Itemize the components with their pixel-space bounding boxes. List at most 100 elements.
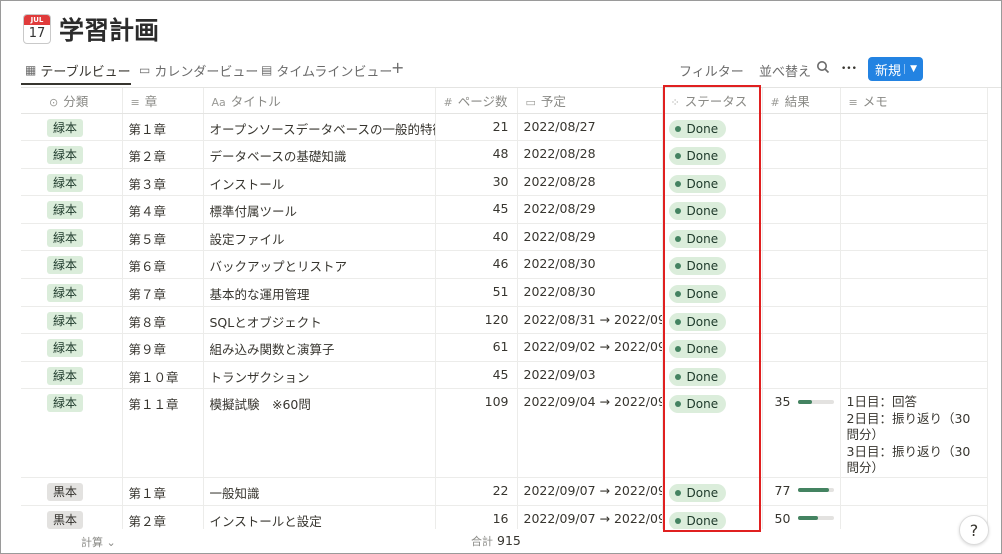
cell-result[interactable]: 77 bbox=[762, 477, 841, 506]
cell-title[interactable]: トランザクション bbox=[203, 361, 436, 390]
cell-schedule[interactable]: 2022/09/04 → 2022/09/06 bbox=[517, 388, 663, 478]
table-row[interactable]: 緑本 第９章 組み込み関数と演算子 61 2022/09/02 → 2022/09/02… bbox=[21, 333, 988, 362]
column-header-title[interactable]: Aa タイトル bbox=[203, 88, 436, 114]
cell-memo[interactable] bbox=[840, 306, 988, 335]
page-title[interactable]: 学習計画 bbox=[59, 11, 159, 47]
table-row[interactable]: 黒本第２章インストールと設定162022/09/07 → 2022/09/08D… bbox=[21, 505, 988, 529]
cell-pages[interactable]: 45 bbox=[435, 361, 518, 390]
cell-pages[interactable]: 46 bbox=[435, 250, 518, 280]
cell-category[interactable]: 緑本 bbox=[21, 223, 123, 252]
cell-category[interactable]: 緑本 bbox=[21, 361, 123, 390]
cell-memo[interactable] bbox=[840, 250, 988, 280]
column-header-schedule[interactable]: ▭ 予定 bbox=[517, 88, 663, 114]
cell-category[interactable]: 緑本 bbox=[21, 278, 123, 307]
column-header-chapter[interactable]: ≡ 章 bbox=[122, 88, 204, 114]
table-row[interactable]: 緑本 第１章 オープンソースデータベースの一般的特徴 21 2022/08/27 Done bbox=[21, 113, 988, 142]
tab-calendar-view[interactable]: ▭ カレンダービュー bbox=[139, 60, 258, 80]
cell-title[interactable]: オープンソースデータベースの一般的特徴 bbox=[203, 113, 436, 142]
cell-memo[interactable] bbox=[840, 333, 988, 362]
pages-sum[interactable]: 合計 915 bbox=[471, 533, 521, 549]
table-row[interactable]: 緑本 第３章 インストール 30 2022/08/28 Done bbox=[21, 168, 988, 197]
cell-title[interactable]: SQLとオブジェクト bbox=[203, 306, 436, 335]
cell-chapter[interactable]: 第３章 bbox=[122, 168, 204, 197]
cell-schedule[interactable]: 2022/08/27 bbox=[517, 113, 663, 142]
column-header-category[interactable]: ⊙ 分類 bbox=[21, 88, 123, 114]
cell-chapter[interactable]: 第２章 bbox=[122, 505, 204, 529]
cell-category[interactable]: 緑本 bbox=[21, 168, 123, 197]
cell-memo[interactable] bbox=[840, 195, 988, 224]
cell-schedule[interactable]: 2022/08/30 bbox=[517, 250, 663, 280]
cell-schedule[interactable]: 2022/09/02 → 2022/09/02 bbox=[517, 333, 663, 362]
filter-button[interactable]: フィルター bbox=[679, 61, 744, 80]
cell-result[interactable] bbox=[762, 333, 841, 362]
cell-pages[interactable]: 21 bbox=[435, 113, 518, 142]
calendar-icon[interactable]: JUL 17 bbox=[23, 14, 51, 44]
cell-pages[interactable]: 109 bbox=[435, 388, 518, 478]
cell-chapter[interactable]: 第５章 bbox=[122, 223, 204, 252]
cell-title[interactable]: インストール bbox=[203, 168, 436, 197]
cell-memo[interactable]: 1日目：回答 2日目：振り返り（30問分） 3日目：振り返り（30問分） bbox=[840, 388, 988, 478]
calculate-dropdown[interactable]: 計算 ⌄ bbox=[81, 534, 116, 550]
sort-button[interactable]: 並べ替え bbox=[759, 61, 811, 80]
cell-pages[interactable]: 22 bbox=[435, 477, 518, 506]
help-button[interactable]: ? bbox=[959, 515, 989, 545]
cell-chapter[interactable]: 第８章 bbox=[122, 306, 204, 335]
cell-category[interactable]: 緑本 bbox=[21, 388, 123, 478]
cell-chapter[interactable]: 第７章 bbox=[122, 278, 204, 307]
cell-chapter[interactable]: 第４章 bbox=[122, 195, 204, 224]
cell-schedule[interactable]: 2022/09/07 → 2022/09/08 bbox=[517, 477, 663, 506]
column-header-result[interactable]: # 結果 bbox=[762, 88, 841, 114]
cell-memo[interactable] bbox=[840, 361, 988, 390]
cell-chapter[interactable]: 第１１章 bbox=[122, 388, 204, 478]
column-header-pages[interactable]: # ページ数 bbox=[435, 88, 518, 114]
table-row[interactable]: 緑本 第８章 SQLとオブジェクト 120 2022/08/31 → 2022/09/0… bbox=[21, 306, 988, 335]
table-row[interactable]: 緑本 第６章 バックアップとリストア 46 2022/08/30 Done bbox=[21, 250, 988, 280]
cell-memo[interactable] bbox=[840, 278, 988, 307]
cell-memo[interactable] bbox=[840, 113, 988, 142]
cell-title[interactable]: 模擬試験 ※60問 bbox=[203, 388, 436, 478]
cell-pages[interactable]: 48 bbox=[435, 140, 518, 169]
cell-chapter[interactable]: 第１０章 bbox=[122, 361, 204, 390]
cell-schedule[interactable]: 2022/08/29 bbox=[517, 195, 663, 224]
cell-title[interactable]: データベースの基礎知識 bbox=[203, 140, 436, 169]
cell-result[interactable]: 35 bbox=[762, 388, 841, 478]
cell-result[interactable] bbox=[762, 168, 841, 197]
cell-result[interactable] bbox=[762, 250, 841, 280]
cell-pages[interactable]: 16 bbox=[435, 505, 518, 529]
new-button[interactable]: 新規 ▼ bbox=[868, 57, 923, 81]
cell-schedule[interactable]: 2022/09/03 bbox=[517, 361, 663, 390]
cell-result[interactable]: 50 bbox=[762, 505, 841, 529]
cell-memo[interactable] bbox=[840, 140, 988, 169]
cell-result[interactable] bbox=[762, 223, 841, 252]
add-view-button[interactable]: + bbox=[391, 57, 404, 77]
cell-pages[interactable]: 40 bbox=[435, 223, 518, 252]
cell-pages[interactable]: 61 bbox=[435, 333, 518, 362]
cell-title[interactable]: 一般知識 bbox=[203, 477, 436, 506]
cell-chapter[interactable]: 第１章 bbox=[122, 477, 204, 506]
search-icon[interactable] bbox=[816, 60, 830, 78]
cell-memo[interactable] bbox=[840, 168, 988, 197]
table-row[interactable]: 緑本 第１１章 模擬試験 ※60問 109 2022/09/04 → 2022/09/0… bbox=[21, 388, 988, 478]
cell-title[interactable]: バックアップとリストア bbox=[203, 250, 436, 280]
cell-title[interactable]: インストールと設定 bbox=[203, 505, 436, 529]
chevron-down-icon[interactable]: ▼ bbox=[904, 64, 917, 74]
cell-result[interactable] bbox=[762, 140, 841, 169]
cell-chapter[interactable]: 第１章 bbox=[122, 113, 204, 142]
cell-result[interactable] bbox=[762, 361, 841, 390]
cell-result[interactable] bbox=[762, 306, 841, 335]
cell-category[interactable]: 緑本 bbox=[21, 333, 123, 362]
cell-category[interactable]: 緑本 bbox=[21, 195, 123, 224]
cell-result[interactable] bbox=[762, 113, 841, 142]
cell-title[interactable]: 基本的な運用管理 bbox=[203, 278, 436, 307]
table-row[interactable]: 緑本 第１０章 トランザクション 45 2022/09/03 Done bbox=[21, 361, 988, 390]
cell-title[interactable]: 標準付属ツール bbox=[203, 195, 436, 224]
table-row[interactable]: 緑本 第２章 データベースの基礎知識 48 2022/08/28 Done bbox=[21, 140, 988, 169]
cell-schedule[interactable]: 2022/08/31 → 2022/09/01 bbox=[517, 306, 663, 335]
cell-title[interactable]: 設定ファイル bbox=[203, 223, 436, 252]
column-header-memo[interactable]: ≡ メモ bbox=[840, 88, 988, 114]
cell-schedule[interactable]: 2022/09/07 → 2022/09/08 bbox=[517, 505, 663, 529]
cell-chapter[interactable]: 第６章 bbox=[122, 250, 204, 280]
table-row[interactable]: 緑本 第７章 基本的な運用管理 51 2022/08/30 Done bbox=[21, 278, 988, 307]
more-options-button[interactable]: ••• bbox=[841, 64, 857, 74]
cell-schedule[interactable]: 2022/08/30 bbox=[517, 278, 663, 307]
